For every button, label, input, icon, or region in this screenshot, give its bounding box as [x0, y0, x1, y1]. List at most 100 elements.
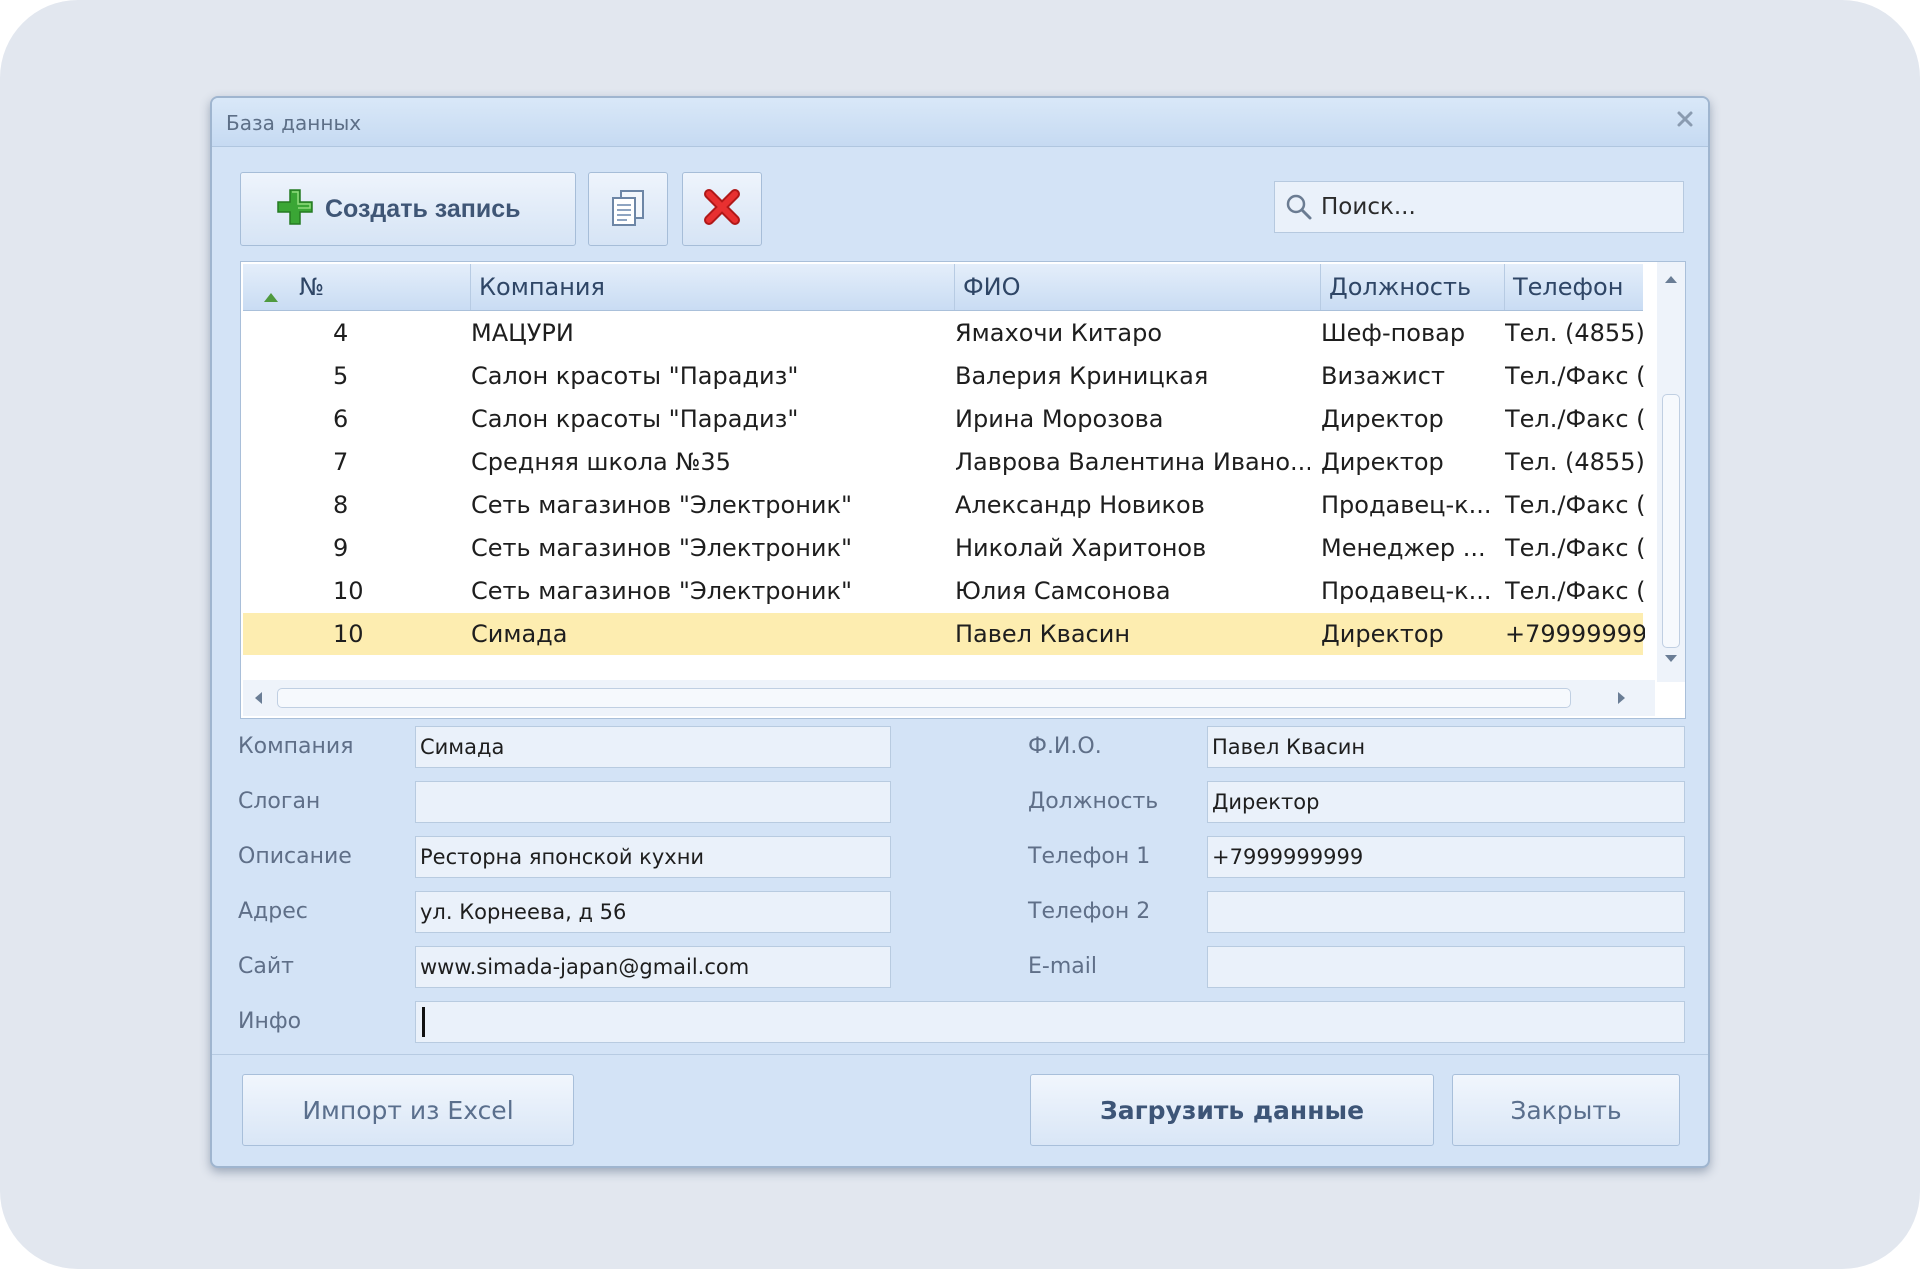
scroll-up-arrow-icon[interactable]: [1663, 272, 1679, 288]
cell-number: 10: [333, 620, 364, 648]
close-button[interactable]: Закрыть: [1452, 1074, 1680, 1146]
vertical-scrollbar[interactable]: [1657, 262, 1685, 682]
email-field[interactable]: [1207, 946, 1685, 988]
table-row[interactable]: 9 Сеть магазинов "Электроник" Николай Ха…: [243, 527, 1645, 569]
title-bar[interactable]: База данных: [212, 98, 1708, 147]
description-field[interactable]: [415, 836, 891, 878]
create-record-button[interactable]: Создать запись: [240, 172, 576, 246]
cell-fio: Ямахочи Китаро: [955, 319, 1163, 347]
cell-position: Визажист: [1321, 362, 1445, 390]
table-row-selected[interactable]: 10 Симада Павел Квасин Директор +7999999…: [243, 613, 1645, 655]
records-grid: № Компания ФИО Должность Телефон 4 МАЦУР…: [240, 261, 1686, 719]
column-header-label: Телефон: [1513, 273, 1624, 301]
scroll-left-arrow-icon[interactable]: [251, 690, 267, 706]
email-label: E-mail: [1028, 954, 1097, 979]
cell-position: Шеф-повар: [1321, 319, 1466, 347]
cell-number: 6: [333, 405, 349, 433]
scroll-right-arrow-icon[interactable]: [1613, 690, 1629, 706]
horizontal-scroll-thumb[interactable]: [277, 688, 1571, 708]
column-header-company[interactable]: Компания: [471, 264, 955, 310]
cell-fio: Юлия Самсонова: [955, 577, 1171, 605]
cell-number: 5: [333, 362, 349, 390]
cell-number: 7: [333, 448, 349, 476]
cell-phone: Тел. (4855): [1505, 319, 1645, 347]
table-row[interactable]: 4 МАЦУРИ Ямахочи Китаро Шеф-повар Тел. (…: [243, 312, 1645, 354]
column-header-label: Должность: [1329, 273, 1472, 301]
cell-phone: Тел./Факс (: [1505, 405, 1645, 433]
cell-fio: Валерия Криницкая: [955, 362, 1209, 390]
sort-ascending-icon: [263, 281, 279, 302]
cell-phone: Тел./Факс (: [1505, 534, 1645, 562]
phone2-label: Телефон 2: [1028, 899, 1151, 924]
column-header-label: №: [299, 273, 324, 301]
table-row[interactable]: 7 Средняя школа №35 Лаврова Валентина Ив…: [243, 441, 1645, 483]
fio-field[interactable]: [1207, 726, 1685, 768]
cell-fio: Павел Квасин: [955, 620, 1131, 648]
site-field[interactable]: [415, 946, 891, 988]
cell-position: Продавец-к...: [1321, 491, 1491, 519]
company-field[interactable]: [415, 726, 891, 768]
search-box[interactable]: [1274, 181, 1684, 233]
cell-number: 10: [333, 577, 364, 605]
cell-position: Продавец-к...: [1321, 577, 1491, 605]
cell-position: Директор: [1321, 448, 1444, 476]
cell-phone: Тел./Факс (: [1505, 491, 1645, 519]
table-row[interactable]: 10 Сеть магазинов "Электроник" Юлия Самс…: [243, 570, 1645, 612]
slogan-field[interactable]: [415, 781, 891, 823]
table-row[interactable]: 5 Салон красоты "Парадиз" Валерия Криниц…: [243, 355, 1645, 397]
column-header-label: ФИО: [963, 273, 1021, 301]
horizontal-scrollbar[interactable]: [243, 680, 1655, 716]
scroll-down-arrow-icon[interactable]: [1663, 650, 1679, 666]
column-header-label: Компания: [479, 273, 605, 301]
cell-position: Менеджер ...: [1321, 534, 1486, 562]
vertical-scroll-thumb[interactable]: [1662, 394, 1680, 648]
cell-fio: Александр Новиков: [955, 491, 1205, 519]
column-header-position[interactable]: Должность: [1321, 264, 1505, 310]
phone1-label: Телефон 1: [1028, 844, 1151, 869]
delete-icon: [701, 186, 743, 232]
window-title: База данных: [226, 111, 362, 135]
cell-phone: Тел./Факс (: [1505, 577, 1645, 605]
cell-number: 4: [333, 319, 349, 347]
column-header-number[interactable]: №: [243, 264, 471, 310]
cell-number: 9: [333, 534, 349, 562]
cell-position: Директор: [1321, 620, 1444, 648]
load-data-button[interactable]: Загрузить данные: [1030, 1074, 1434, 1146]
description-label: Описание: [238, 844, 352, 869]
cell-fio: Николай Харитонов: [955, 534, 1207, 562]
grid-header: № Компания ФИО Должность Телефон: [243, 264, 1643, 311]
cell-fio: Ирина Морозова: [955, 405, 1164, 433]
address-field[interactable]: [415, 891, 891, 933]
cell-company: Салон красоты "Парадиз": [471, 362, 799, 390]
import-excel-button[interactable]: Импорт из Excel: [242, 1074, 574, 1146]
cell-fio: Лаврова Валентина Ивано...: [955, 448, 1310, 476]
table-row[interactable]: 6 Салон красоты "Парадиз" Ирина Морозова…: [243, 398, 1645, 440]
cell-position: Директор: [1321, 405, 1444, 433]
cell-company: Симада: [471, 620, 568, 648]
close-icon[interactable]: [1670, 104, 1700, 134]
phone2-field[interactable]: [1207, 891, 1685, 933]
database-window: База данных Создать запись Поиск... № Ко…: [210, 96, 1710, 1168]
cell-company: Сеть магазинов "Электроник": [471, 577, 853, 605]
info-field[interactable]: [415, 1001, 1685, 1043]
copy-icon: [607, 186, 649, 232]
copy-button[interactable]: [588, 172, 668, 246]
phone1-field[interactable]: [1207, 836, 1685, 878]
column-header-phone[interactable]: Телефон: [1505, 264, 1643, 310]
info-label: Инфо: [238, 1009, 302, 1034]
footer-divider: [212, 1054, 1708, 1055]
search-icon: [1285, 193, 1313, 221]
cell-phone: +79999999: [1505, 620, 1645, 648]
table-row[interactable]: 8 Сеть магазинов "Электроник" Александр …: [243, 484, 1645, 526]
site-label: Сайт: [238, 954, 294, 979]
position-label: Должность: [1028, 789, 1159, 814]
company-label: Компания: [238, 734, 354, 759]
search-input[interactable]: [1319, 193, 1663, 221]
position-field[interactable]: [1207, 781, 1685, 823]
text-cursor: [422, 1007, 425, 1037]
delete-button[interactable]: [682, 172, 762, 246]
cell-company: Сеть магазинов "Электроник": [471, 491, 853, 519]
cell-company: МАЦУРИ: [471, 319, 574, 347]
address-label: Адрес: [238, 899, 308, 924]
column-header-fio[interactable]: ФИО: [955, 264, 1321, 310]
